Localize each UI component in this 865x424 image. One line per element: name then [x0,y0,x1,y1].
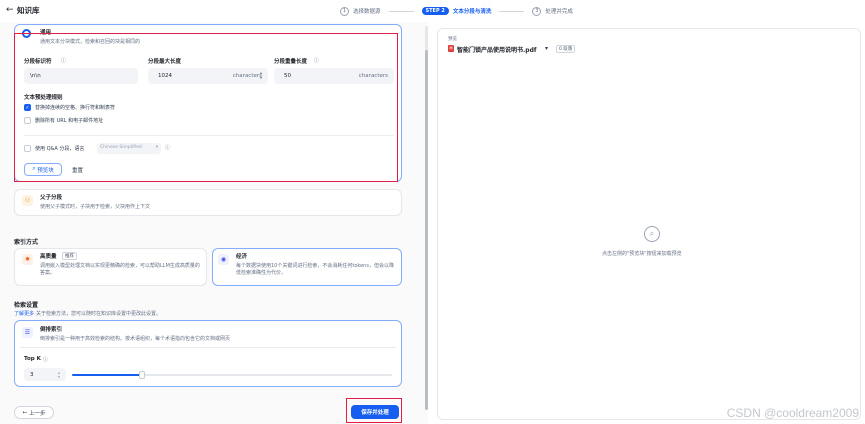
preview-small-label: 预览 [448,37,457,42]
step-divider [499,10,525,12]
preview-panel [437,28,861,420]
parent-child-icon: ⚇ [22,195,33,206]
step-2-label: 文本分段与清洗 [452,9,492,15]
chunk-count-badge: 0 段落 [556,45,576,53]
list-icon: ☰ [22,327,33,338]
info-icon: ⓘ [43,357,49,363]
step-1-number: 1 [340,6,349,16]
stepper: 1 选择数据源 STEP 2 文本分段与清洗 3 处理并完成 [340,5,573,17]
highlight-box [14,33,398,182]
inverted-index-desc: 倒排索引是一种用于高效检索的结构。按术语组织，每个术语指向包含它的文档或网页 [40,336,231,342]
economy-title: 经济 [236,254,248,260]
inverted-index-title: 倒排索引 [40,327,63,333]
parent-child-desc: 使用父子模式时，子块用于检索，父块用作上下文 [40,204,151,210]
step-divider [388,10,414,12]
star-icon: ✹ [22,254,33,265]
step-2-badge: STEP 2 [421,7,449,15]
search-icon: ⌕ [644,226,660,242]
inverted-index-card[interactable] [14,320,402,387]
topk-input[interactable]: 3 ▴ ▾ [24,368,66,381]
arrow-left-icon[interactable]: ← [6,5,14,15]
topk-label: Top K [24,356,41,362]
high-quality-desc: 调用嵌入模型处理文档以实现更精确的检索，可以帮助LLM生成高质量的答案。 [40,263,200,276]
highlight-box [346,398,402,423]
learn-more-link[interactable]: 了解更多 [14,310,34,317]
step-3-number: 3 [532,6,542,16]
chevron-down-icon[interactable]: ▾ [545,45,548,52]
watermark: CSDN @cooldream2009 [726,406,859,420]
learn-more-text: 关于检索方法，您可以随时在知识库设置中更改此设置。 [36,311,162,317]
arrow-left-icon: ← [22,409,28,416]
preview-empty-text: 点击左侧的"预览块"按钮来加载预览 [602,251,682,257]
divider [20,347,396,348]
previous-step-button[interactable]: ← 上一步 [14,406,54,419]
pdf-icon: ▤ [448,45,454,52]
topk-slider-fill [72,374,142,376]
index-method-title: 索引方式 [14,239,39,246]
topk-slider-knob[interactable] [139,371,145,379]
step-1-label: 选择数据源 [353,9,381,15]
previous-step-label: 上一步 [29,410,46,417]
scrollbar-thumb[interactable] [425,50,428,410]
topk-value: 3 [30,371,34,378]
step-3-label: 处理并完成 [545,9,573,15]
coins-icon: ◉ [218,254,229,265]
economy-desc: 每个数据块使用10个关键词进行检索，不会消耗任何tokens，但会以降低检索准确… [236,263,394,276]
file-name[interactable]: 智能门锁产品使用说明书.pdf [457,45,536,54]
high-quality-title: 高质量 [40,254,57,260]
recommended-badge: 推荐 [62,252,77,260]
stepper-arrows-icon[interactable]: ▴ ▾ [58,370,60,379]
parent-child-title: 父子分段 [40,195,63,201]
page-title: 知识库 [17,6,40,15]
retrieval-title: 检索设置 [14,302,39,309]
top-bar: ← 知识库 1 选择数据源 STEP 2 文本分段与清洗 3 处理并完成 [0,0,865,22]
